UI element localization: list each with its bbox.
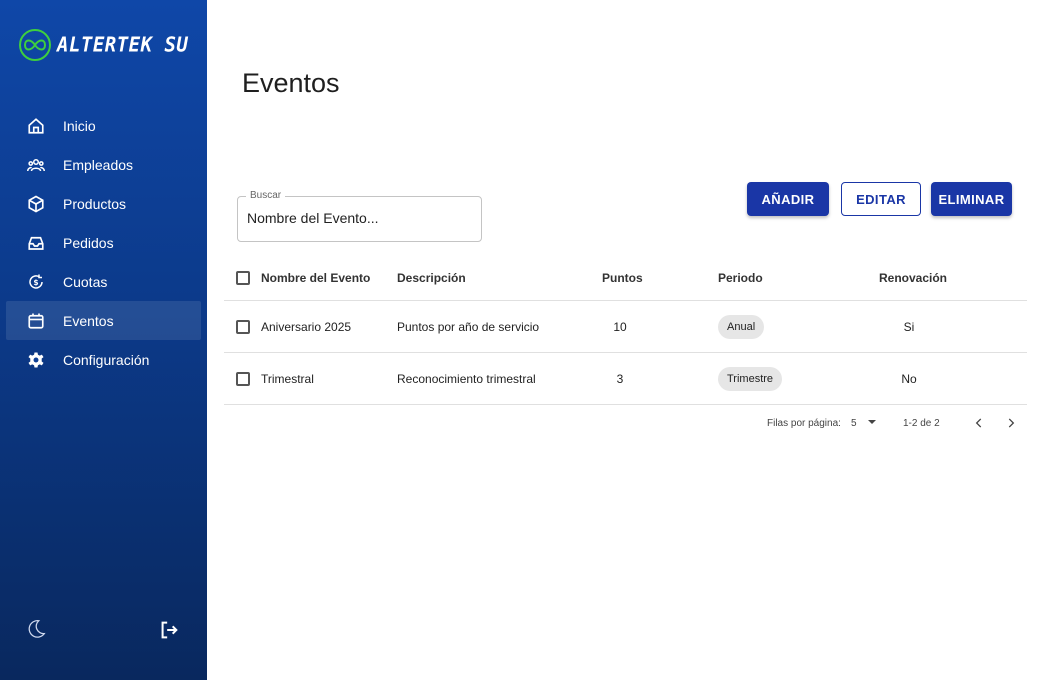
sidebar-item-configuracion[interactable]: Configuración xyxy=(6,340,201,379)
sidebar-item-label: Productos xyxy=(63,195,127,212)
period-chip: Anual xyxy=(718,314,765,339)
select-all-checkbox[interactable] xyxy=(236,271,250,285)
sidebar: ALTERTEK SU Inicio Empleados Productos P… xyxy=(0,0,207,680)
gear-icon xyxy=(26,350,45,369)
chevron-left-icon[interactable] xyxy=(972,416,986,430)
sidebar-item-empleados[interactable]: Empleados xyxy=(6,145,201,184)
moon-icon[interactable] xyxy=(25,618,47,640)
sidebar-item-label: Eventos xyxy=(63,312,114,329)
delete-button[interactable]: ELIMINAR xyxy=(931,182,1012,216)
sidebar-item-pedidos[interactable]: Pedidos xyxy=(6,223,201,262)
main-content: Eventos Buscar AÑADIR EDITAR ELIMINAR No… xyxy=(207,0,1044,680)
cell-description: Reconocimiento trimestral xyxy=(397,371,536,386)
caret-down-icon[interactable] xyxy=(868,420,876,424)
cell-points: 3 xyxy=(616,371,624,386)
column-header-description[interactable]: Descripción xyxy=(397,271,466,285)
cell-points: 10 xyxy=(613,319,627,334)
column-header-points[interactable]: Puntos xyxy=(602,271,643,285)
page-title: Eventos xyxy=(242,68,340,98)
period-chip: Trimestre xyxy=(718,366,783,391)
cell-renewal: Si xyxy=(903,319,915,334)
period-chip-cell: Trimestre xyxy=(718,366,783,391)
sidebar-item-label: Cuotas xyxy=(63,273,108,290)
sidebar-nav: Inicio Empleados Productos Pedidos $ Cuo… xyxy=(6,106,201,379)
column-header-period[interactable]: Periodo xyxy=(718,271,763,285)
users-icon xyxy=(26,155,45,174)
sidebar-footer xyxy=(0,616,207,644)
dollar-refresh-icon: $ xyxy=(26,272,45,291)
column-header-renewal[interactable]: Renovación xyxy=(879,271,947,285)
inbox-icon xyxy=(26,233,45,252)
sidebar-item-label: Pedidos xyxy=(63,234,114,251)
cell-name: Aniversario 2025 xyxy=(261,319,352,334)
add-button[interactable]: AÑADIR xyxy=(747,182,829,216)
events-table: Nombre del Evento Descripción Puntos Per… xyxy=(224,256,1027,405)
cell-description: Puntos por año de servicio xyxy=(397,319,540,334)
period-chip-cell: Anual xyxy=(718,314,765,339)
brand[interactable]: ALTERTEK SU xyxy=(18,28,188,62)
rows-per-page-label: Filas por página: xyxy=(767,418,841,429)
box-icon xyxy=(26,194,45,213)
sidebar-item-eventos[interactable]: Eventos xyxy=(6,301,201,340)
home-icon xyxy=(26,116,45,135)
chevron-right-icon[interactable] xyxy=(1004,416,1018,430)
sidebar-item-label: Inicio xyxy=(63,117,96,134)
sidebar-item-cuotas[interactable]: $ Cuotas xyxy=(6,262,201,301)
pagination: Filas por página: 5 1-2 de 2 xyxy=(207,415,1044,433)
search-input[interactable] xyxy=(247,210,472,226)
search-label: Buscar xyxy=(246,190,286,201)
column-header-name[interactable]: Nombre del Evento xyxy=(261,271,370,285)
edit-button[interactable]: EDITAR xyxy=(841,182,921,216)
cell-renewal: No xyxy=(901,371,917,386)
logout-icon[interactable] xyxy=(158,619,180,641)
svg-text:$: $ xyxy=(33,278,38,287)
page-range: 1-2 de 2 xyxy=(903,418,940,429)
sidebar-item-label: Configuración xyxy=(63,351,150,368)
table-header-row: Nombre del Evento Descripción Puntos Per… xyxy=(224,256,1027,301)
row-checkbox[interactable] xyxy=(236,371,250,386)
sidebar-item-label: Empleados xyxy=(63,156,134,173)
table-row[interactable]: Trimestral Reconocimiento trimestral 3 T… xyxy=(224,353,1027,405)
table-row[interactable]: Aniversario 2025 Puntos por año de servi… xyxy=(224,301,1027,353)
brand-name: ALTERTEK SU xyxy=(57,33,189,57)
calendar-icon xyxy=(26,311,45,330)
row-checkbox[interactable] xyxy=(236,319,250,334)
sidebar-item-inicio[interactable]: Inicio xyxy=(6,106,201,145)
infinity-icon xyxy=(19,29,51,61)
rows-per-page-select[interactable]: 5 xyxy=(851,418,857,429)
cell-name: Trimestral xyxy=(261,371,314,386)
sidebar-item-productos[interactable]: Productos xyxy=(6,184,201,223)
search-field[interactable]: Buscar xyxy=(237,190,482,242)
